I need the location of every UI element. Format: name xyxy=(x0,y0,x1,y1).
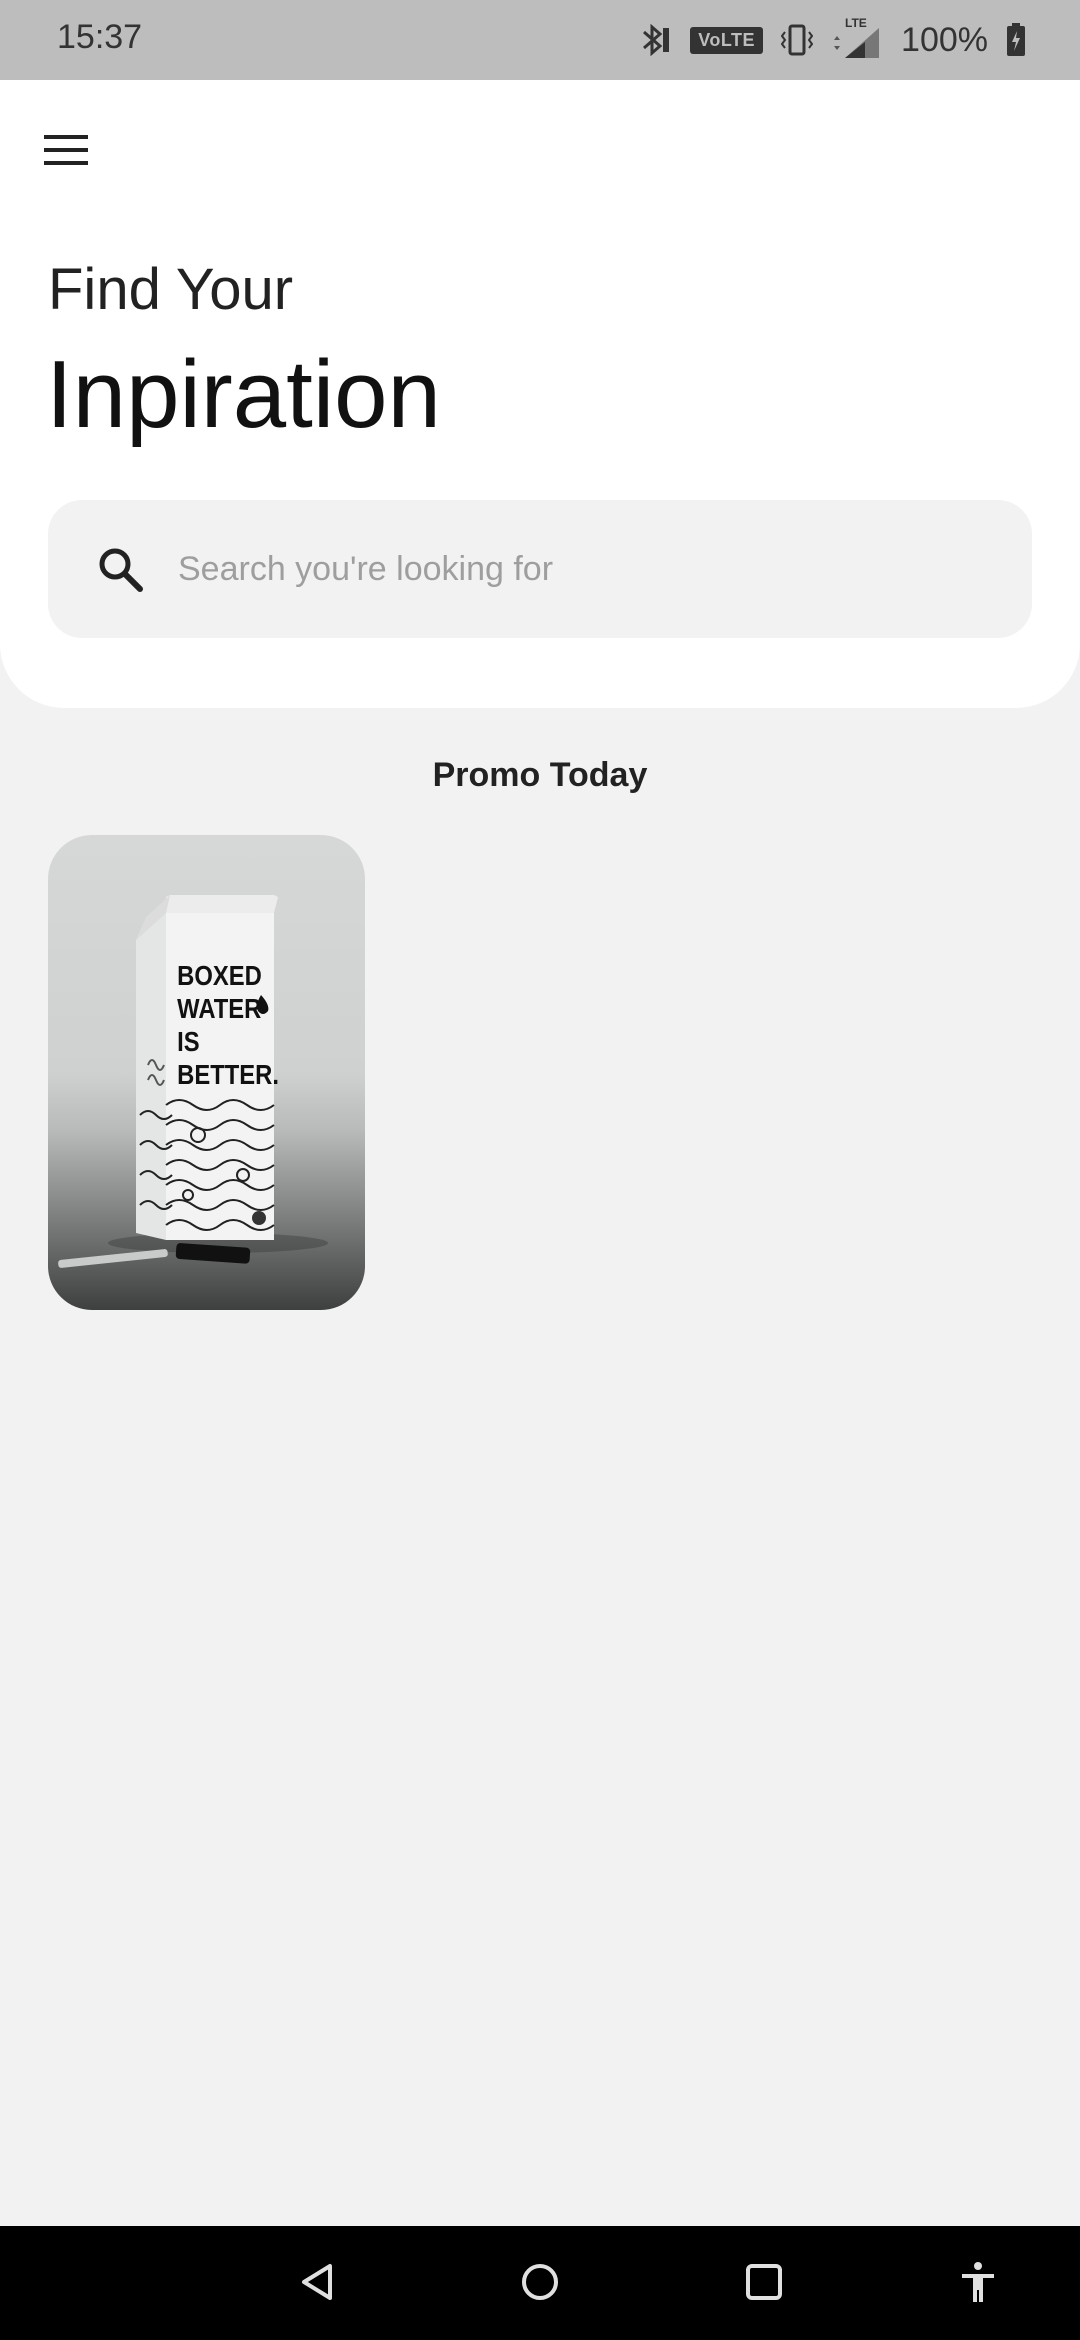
heading-inspiration: Inpiration xyxy=(46,341,441,448)
back-icon xyxy=(296,2260,340,2309)
vibrate-icon xyxy=(781,23,814,57)
battery-percent: 100% xyxy=(901,20,988,59)
promo-image: BOXED WATER IS BETTER. xyxy=(58,895,328,1268)
volte-icon: VoLTE xyxy=(690,26,764,54)
heading-find-your: Find Your xyxy=(48,257,294,322)
navigation-bar xyxy=(0,2226,1080,2340)
promo-text-line: BETTER. xyxy=(177,1058,279,1090)
recents-button[interactable] xyxy=(732,2252,796,2316)
back-button[interactable] xyxy=(286,2252,350,2316)
promo-text-line: WATER xyxy=(177,992,261,1024)
promo-text-line: IS xyxy=(177,1025,199,1057)
promo-text-line: BOXED xyxy=(177,959,262,991)
search-icon[interactable] xyxy=(92,541,148,597)
promo-section-title: Promo Today xyxy=(432,756,648,794)
accessibility-button[interactable] xyxy=(946,2252,1010,2316)
search-bar[interactable] xyxy=(48,500,1032,638)
search-input[interactable] xyxy=(178,549,998,589)
hamburger-menu-icon xyxy=(44,134,88,171)
signal-icon: LTE xyxy=(831,16,883,60)
header-card: Find Your Inpiration xyxy=(0,80,1080,708)
battery-charging-icon xyxy=(1006,23,1026,57)
promo-card[interactable]: BOXED WATER IS BETTER. xyxy=(48,835,365,1310)
home-button[interactable] xyxy=(508,2252,572,2316)
accessibility-icon xyxy=(956,2260,1000,2309)
recents-icon xyxy=(742,2260,786,2309)
status-time: 15:37 xyxy=(57,18,143,56)
bluetooth-icon xyxy=(638,22,672,58)
status-bar: 15:37 VoLTE LTE 100% xyxy=(0,0,1080,80)
home-icon xyxy=(518,2260,562,2309)
status-icons: VoLTE LTE 100% xyxy=(638,16,1026,64)
menu-button[interactable] xyxy=(36,122,96,182)
